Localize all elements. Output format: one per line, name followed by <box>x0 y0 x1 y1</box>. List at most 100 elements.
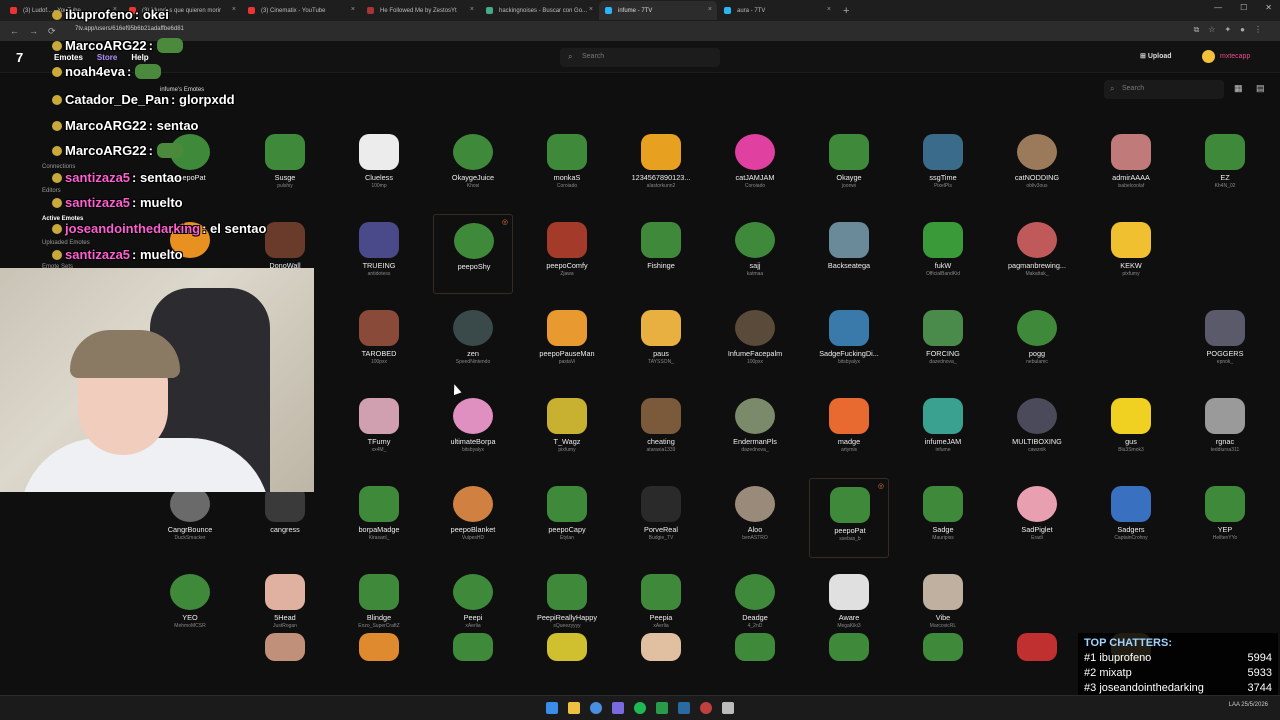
emote-card[interactable]: YEP HelltenYYo <box>1185 478 1265 558</box>
grid-view-icon[interactable]: ▦ <box>1234 83 1243 94</box>
list-view-icon[interactable]: ▤ <box>1256 83 1265 94</box>
emote-card[interactable]: peepoComfy Zjawa <box>527 214 607 294</box>
emote-card[interactable]: Okayge joonwi <box>809 126 889 206</box>
close-tab-icon[interactable]: × <box>708 6 712 13</box>
emote-image[interactable] <box>829 633 869 661</box>
emote-card[interactable]: POGGERS epnok_ <box>1185 302 1265 382</box>
emote-card[interactable]: YEO MehmoMCSR <box>150 566 230 646</box>
emote-card[interactable]: TFumy xx4M_ <box>339 390 419 470</box>
close-tab-icon[interactable]: × <box>232 6 236 13</box>
emote-card[interactable]: ultimateBorpa bitsbyalyx <box>433 390 513 470</box>
spotify-icon[interactable] <box>634 702 646 714</box>
sidebar-item-editors[interactable]: Editors <box>42 188 61 194</box>
emote-card[interactable]: peepoBlanket VulpesHD <box>433 478 513 558</box>
emote-card[interactable]: infumeJAM infume <box>903 390 983 470</box>
url-field[interactable]: 7tv.app/users/616ef95b6b21adaffbe6d81 <box>75 26 184 32</box>
nav-help[interactable]: Help <box>131 53 148 62</box>
sidebar-item-uploaded-emotes[interactable]: Uploaded Emotes <box>42 240 90 246</box>
emote-image[interactable] <box>1017 633 1057 661</box>
emote-card[interactable]: fukW OfficialBandKid <box>903 214 983 294</box>
back-icon[interactable]: ← <box>10 26 19 36</box>
reload-icon[interactable]: ⟳ <box>48 26 56 37</box>
nav-store[interactable]: Store <box>97 53 117 62</box>
language-indicator[interactable]: LAA <box>1229 702 1240 708</box>
emote-search-input[interactable]: ⌕ Search <box>1104 80 1224 99</box>
emote-card[interactable]: TAROBED 100pxx <box>339 302 419 382</box>
emote-card[interactable]: Sadge Mauripiss <box>903 478 983 558</box>
emote-card[interactable]: paus TAYSSON_ <box>621 302 701 382</box>
emote-card[interactable]: pogg nebulamc <box>997 302 1077 382</box>
translate-icon[interactable]: ⧉ <box>1194 25 1200 35</box>
emote-card[interactable]: FORCING dazednova_ <box>903 302 983 382</box>
emote-card[interactable]: Clueless 100mp <box>339 126 419 206</box>
emote-image[interactable] <box>547 633 587 661</box>
emote-card[interactable]: catNODDING obliv3ous <box>997 126 1077 206</box>
file-explorer-icon[interactable] <box>568 702 580 714</box>
emote-card[interactable]: 1234567890123... alastorkunn2 <box>621 126 701 206</box>
forward-icon[interactable]: → <box>29 26 38 36</box>
close-tab-icon[interactable]: × <box>351 6 355 13</box>
windows-start-icon[interactable] <box>546 702 558 714</box>
browser-tab[interactable]: He Followed Me by ZestosYt × <box>361 1 479 20</box>
maximize-icon[interactable]: ☐ <box>1240 3 1247 12</box>
emote-card[interactable]: Sadgers CaptainCrohny <box>1091 478 1171 558</box>
steam-icon[interactable] <box>678 702 690 714</box>
emote-card[interactable]: SadPiglet Eradi <box>997 478 1077 558</box>
upload-button[interactable]: ⊞ Upload <box>1140 52 1172 60</box>
emote-card[interactable]: monkaS Coroiado <box>527 126 607 206</box>
emote-image[interactable] <box>359 633 399 661</box>
emote-image[interactable] <box>641 633 681 661</box>
emote-image[interactable] <box>735 633 775 661</box>
browser-tab[interactable]: hackingnoises - Buscar con Go... × <box>480 1 598 20</box>
emote-card[interactable]: Susge pulshiy <box>245 126 325 206</box>
emote-card[interactable]: MULTIBOXING cawznik <box>997 390 1077 470</box>
emote-image[interactable] <box>265 633 305 661</box>
minimize-icon[interactable]: — <box>1214 3 1222 12</box>
emote-card[interactable]: cheating ataraxia1339 <box>621 390 701 470</box>
emote-card[interactable]: Backseatega <box>809 214 889 294</box>
emote-card[interactable]: rgnac teddiursa311 <box>1185 390 1265 470</box>
emote-card[interactable]: Aloo benASTRO <box>715 478 795 558</box>
emote-card[interactable]: T_Wagz pixfumy <box>527 390 607 470</box>
emote-card[interactable]: TRUEING antidotess <box>339 214 419 294</box>
app-icon[interactable] <box>722 702 734 714</box>
emote-card[interactable]: ssgTime PixelPls <box>903 126 983 206</box>
emote-card[interactable]: catJAMJAM Coroiado <box>715 126 795 206</box>
site-search-input[interactable]: ⌕ Search <box>560 48 720 67</box>
emote-card[interactable]: peepoPat <box>150 126 230 206</box>
minecraft-icon[interactable] <box>656 702 668 714</box>
browser-tab[interactable]: infume - 7TV × <box>599 1 717 20</box>
user-menu[interactable]: mxtecapp <box>1202 50 1250 63</box>
new-tab-button[interactable]: + <box>843 5 849 17</box>
emote-card[interactable]: KEKW pixfumy <box>1091 214 1171 294</box>
close-tab-icon[interactable]: × <box>827 6 831 13</box>
emote-card[interactable]: borpaMadge Kirasanl_ <box>339 478 419 558</box>
emote-card[interactable]: admirAAAA isabelcoolaf <box>1091 126 1171 206</box>
nav-emotes[interactable]: Emotes <box>54 53 83 62</box>
emote-card[interactable]: OkaygeJuice Khosi <box>433 126 513 206</box>
emote-card[interactable]: madge artymis <box>809 390 889 470</box>
star-icon[interactable]: ☆ <box>1208 25 1215 35</box>
emote-image[interactable] <box>923 633 963 661</box>
close-tab-icon[interactable]: × <box>470 6 474 13</box>
emote-card[interactable]: gus Blu3Smok3 <box>1091 390 1171 470</box>
emote-card[interactable]: EndermanPls dazednova_ <box>715 390 795 470</box>
browser-tab[interactable]: (3) Cinematix - YouTube × <box>242 1 360 20</box>
emote-card[interactable]: peepoPat ssebas_b ◎ <box>809 478 889 558</box>
emote-card[interactable]: Fishinge <box>621 214 701 294</box>
menu-icon[interactable]: ⋮ <box>1254 25 1262 35</box>
browser-tab[interactable]: aura - 7TV × <box>718 1 836 20</box>
obs-icon[interactable] <box>700 702 712 714</box>
emote-card[interactable]: PorveReal Budgie_TV <box>621 478 701 558</box>
profile-icon[interactable]: ● <box>1240 25 1245 35</box>
discord-icon[interactable] <box>612 702 624 714</box>
emote-card[interactable]: EZ Kh4N_02 <box>1185 126 1265 206</box>
emote-card[interactable]: zen SpeedNintendo <box>433 302 513 382</box>
chrome-icon[interactable] <box>590 702 602 714</box>
emote-card[interactable]: SadgeFuckingDi... bitsbyalyx <box>809 302 889 382</box>
emote-card[interactable]: pagmanbrewing... Makattak_ <box>997 214 1077 294</box>
7tv-logo[interactable]: 7 <box>16 50 23 65</box>
emote-card[interactable]: sajj katmaa <box>715 214 795 294</box>
emote-card[interactable]: InfumeFacepalm 100pxx <box>715 302 795 382</box>
extension-icon[interactable]: ✦ <box>1224 25 1231 35</box>
